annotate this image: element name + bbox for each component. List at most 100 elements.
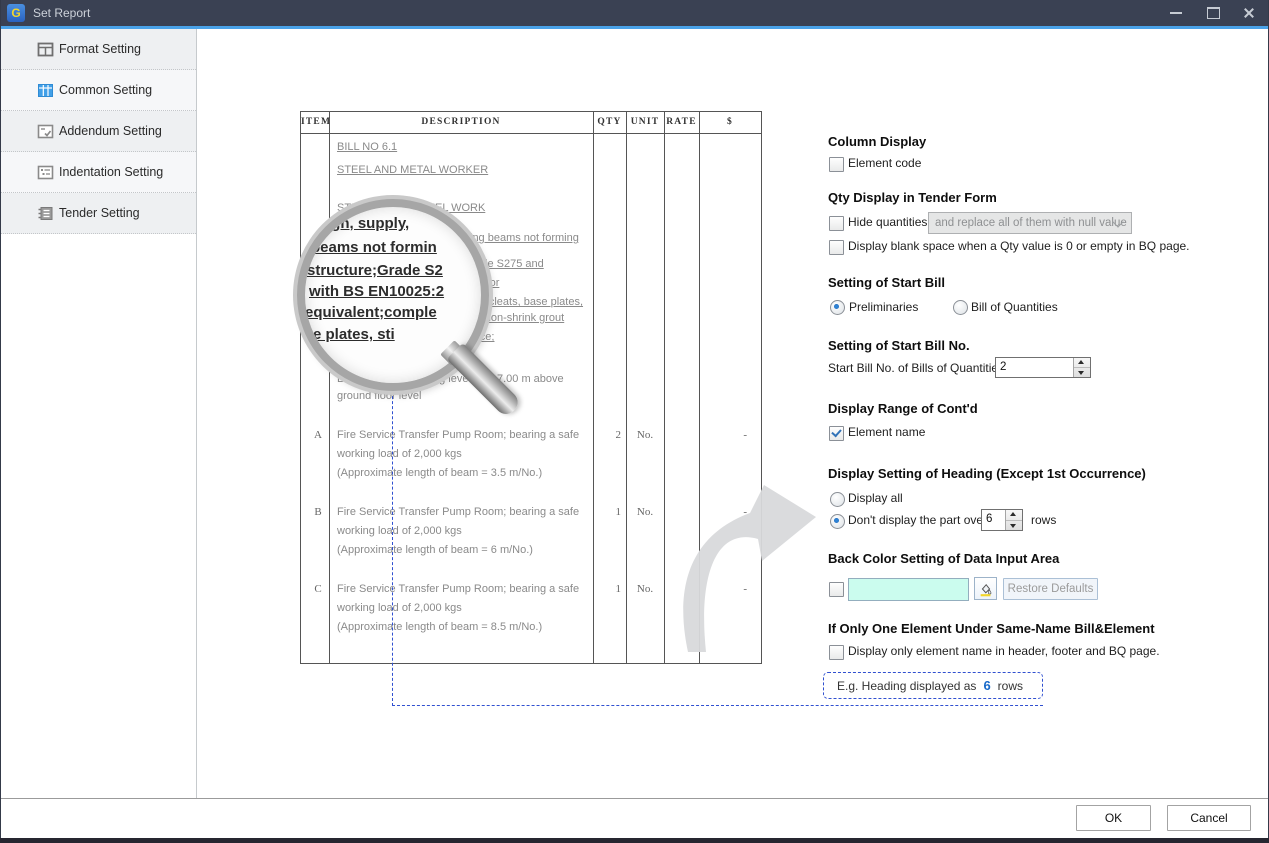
doc-paragraph-fragment: lifting beams not forming [459, 232, 579, 244]
sidebar-divider [196, 29, 197, 798]
sidebar-item-common-setting[interactable]: Common Setting [1, 70, 196, 111]
magnified-text: equivalent;comple [305, 304, 437, 321]
display-only-element-label: Display only element name in header, foo… [848, 644, 1160, 658]
tender-setting-icon [37, 205, 54, 222]
cancel-button[interactable]: Cancel [1167, 805, 1251, 831]
color-picker-button[interactable] [974, 577, 997, 600]
column-header: $ [699, 117, 761, 127]
app-logo-glyph: G [11, 7, 20, 19]
titlebar: G Set Report [0, 0, 1269, 26]
bill-of-quantities-radio[interactable] [953, 300, 968, 315]
sidebar-item-label: Indentation Setting [59, 165, 163, 179]
section-heading-one-element: If Only One Element Under Same-Name Bill… [828, 621, 1155, 636]
element-code-checkbox[interactable] [829, 157, 844, 172]
sidebar-item-label: Tender Setting [59, 206, 140, 220]
preliminaries-radio[interactable] [830, 300, 845, 315]
table-column-line [593, 112, 594, 663]
sidebar-item-format-setting[interactable]: Format Setting [1, 29, 196, 70]
display-only-element-checkbox[interactable] [829, 645, 844, 660]
paint-bucket-icon [978, 581, 994, 597]
spinner-up-icon[interactable] [1074, 358, 1090, 368]
start-bill-no-spinner[interactable]: 2 [995, 357, 1091, 378]
heading-rows-callout: E.g. Heading displayed as 6 rows [823, 672, 1043, 699]
maximize-button[interactable] [1195, 0, 1231, 26]
row-description: (Approximate length of beam = 8.5 m/No.) [337, 621, 542, 633]
ok-button[interactable]: OK [1076, 805, 1151, 831]
back-color-checkbox[interactable] [829, 582, 844, 597]
addendum-setting-icon [37, 123, 54, 140]
blank-space-label: Display blank space when a Qty value is … [848, 239, 1190, 253]
replace-quantities-dropdown-value: and replace all of them with null value [935, 217, 1127, 229]
row-item-letter: C [309, 583, 327, 595]
minimize-icon [1170, 12, 1182, 14]
blank-space-checkbox[interactable] [829, 240, 844, 255]
start-bill-no-label: Start Bill No. of Bills of Quantities: [828, 361, 1007, 375]
sidebar-item-indentation-setting[interactable]: Indentation Setting [1, 152, 196, 193]
row-description: (Approximate length of beam = 3.5 m/No.) [337, 467, 542, 479]
column-header: RATE [664, 117, 699, 127]
spinner-up-icon[interactable] [1006, 510, 1022, 521]
sidebar-item-label: Format Setting [59, 42, 141, 56]
replace-quantities-dropdown[interactable]: and replace all of them with null value [928, 212, 1132, 234]
hide-quantities-label: Hide quantities [848, 215, 927, 229]
row-description: (Approximate length of beam = 6 m/No.) [337, 544, 533, 556]
sidebar-item-label: Addendum Setting [59, 124, 162, 138]
app-logo-icon: G [7, 4, 25, 22]
close-button[interactable] [1231, 0, 1267, 26]
display-all-radio[interactable] [830, 492, 845, 507]
indentation-setting-icon [37, 164, 54, 181]
start-bill-no-value[interactable]: 2 [996, 358, 1073, 377]
column-header: DESCRIPTION [329, 117, 593, 127]
format-setting-icon [37, 41, 54, 58]
window-border-bottom [0, 838, 1269, 843]
dont-display-label: Don't display the part over [848, 513, 987, 527]
rows-spinner[interactable]: 6 [981, 509, 1023, 531]
sidebar-item-addendum-setting[interactable]: Addendum Setting [1, 111, 196, 152]
magnified-text: e plates, sti [313, 326, 395, 343]
dont-display-radio[interactable] [830, 514, 845, 529]
row-description: working load of 2,000 kgs [337, 525, 462, 537]
doc-bill-title: STEEL AND METAL WORKER [337, 164, 488, 176]
maximize-icon [1207, 7, 1220, 19]
spinner-down-icon[interactable] [1074, 368, 1090, 377]
table-header-line [301, 133, 761, 134]
section-heading-column-display: Column Display [828, 134, 926, 149]
callout-connector-horizontal [392, 705, 1043, 707]
element-code-label: Element code [848, 156, 921, 170]
bill-of-quantities-label: Bill of Quantities [971, 300, 1058, 314]
window-title: Set Report [33, 6, 90, 20]
spinner-down-icon[interactable] [1006, 521, 1022, 531]
preliminaries-label: Preliminaries [849, 300, 918, 314]
row-description: working load of 2,000 kgs [337, 602, 462, 614]
restore-defaults-button[interactable]: Restore Defaults [1003, 578, 1098, 600]
magnified-text: with BS EN10025:2 [309, 283, 444, 300]
minimize-button[interactable] [1158, 0, 1194, 26]
hide-quantities-checkbox[interactable] [829, 216, 844, 231]
row-qty: 1 [593, 506, 621, 518]
section-heading-heading-display: Display Setting of Heading (Except 1st O… [828, 466, 1146, 481]
doc-bill-no: BILL NO 6.1 [337, 141, 397, 153]
element-name-checkbox[interactable] [829, 426, 844, 441]
column-header: UNIT [626, 117, 664, 127]
back-color-swatch[interactable] [848, 578, 969, 601]
footer-divider [0, 798, 1269, 799]
doc-lifting-line: ground floor level [337, 390, 421, 402]
section-heading-contd: Display Range of Cont'd [828, 401, 978, 416]
rows-suffix-label: rows [1031, 513, 1056, 527]
row-qty: 2 [593, 429, 621, 441]
section-heading-qty-display: Qty Display in Tender Form [828, 190, 997, 205]
sidebar-item-tender-setting[interactable]: Tender Setting [1, 193, 196, 234]
row-description: working load of 2,000 kgs [337, 448, 462, 460]
swoosh-arrow-icon [640, 455, 830, 665]
callout-text: E.g. Heading displayed as [837, 679, 976, 693]
row-description: Fire Service Transfer Pump Room; bearing… [337, 583, 579, 595]
rows-spinner-value[interactable]: 6 [982, 510, 1005, 530]
window-border-left [0, 0, 1, 843]
row-description: Fire Service Transfer Pump Room; bearing… [337, 429, 579, 441]
row-description: Fire Service Transfer Pump Room; bearing… [337, 506, 579, 518]
sidebar-item-label: Common Setting [59, 83, 152, 97]
row-amount: - [699, 429, 747, 441]
callout-value: 6 [983, 678, 990, 693]
display-all-label: Display all [848, 491, 903, 505]
section-heading-back-color: Back Color Setting of Data Input Area [828, 551, 1059, 566]
